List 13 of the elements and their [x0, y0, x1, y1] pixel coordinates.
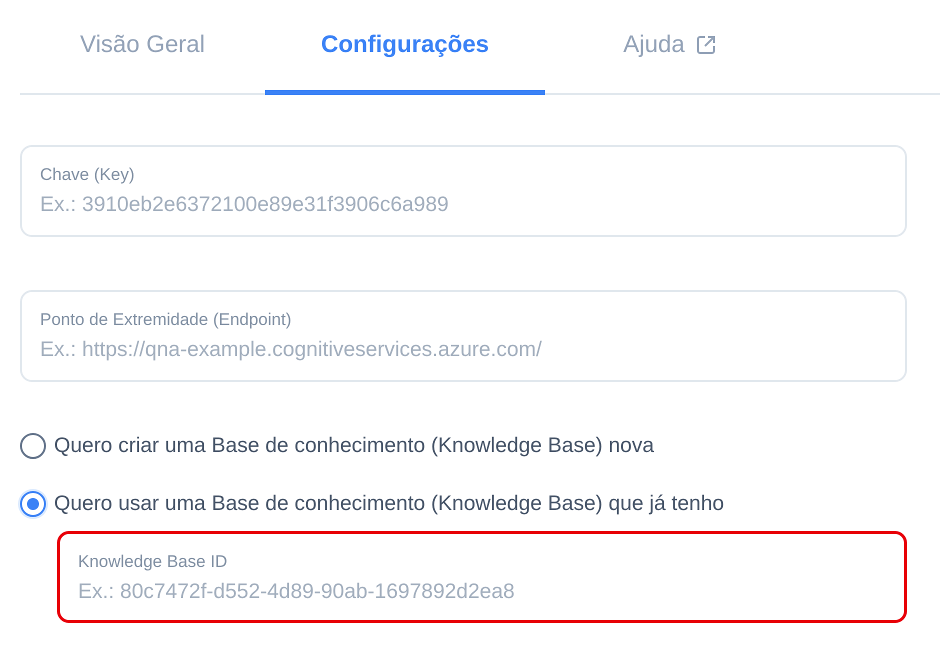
input-field[interactable]: Ex.: 80c7472f-d552-4d89-90ab-1697892d2ea8: [78, 580, 886, 604]
field-label: Ponto de Extremidade (Endpoint): [40, 310, 292, 330]
option-label: Quero usar uma Base de conhecimento (Knowledge Base) que já tenho: [54, 492, 724, 516]
radio-button[interactable]: [20, 433, 46, 459]
tab[interactable]: Configurações: [265, 0, 545, 95]
option-label: Quero criar uma Base de conhecimento (Knowledge Base) nova: [54, 434, 654, 458]
input-field[interactable]: Ex.: 3910eb2e6372100e89e31f3906c6a989: [40, 193, 887, 217]
tab[interactable]: Visão Geral: [20, 0, 265, 95]
tab[interactable]: Ajuda: [545, 0, 795, 95]
radio-button[interactable]: [20, 491, 46, 517]
field-label: Knowledge Base ID: [78, 552, 228, 572]
input-field[interactable]: Ex.: https://qna-example.cognitiveservices.azure.com/: [40, 338, 887, 362]
field-label: Chave (Key): [40, 165, 136, 185]
